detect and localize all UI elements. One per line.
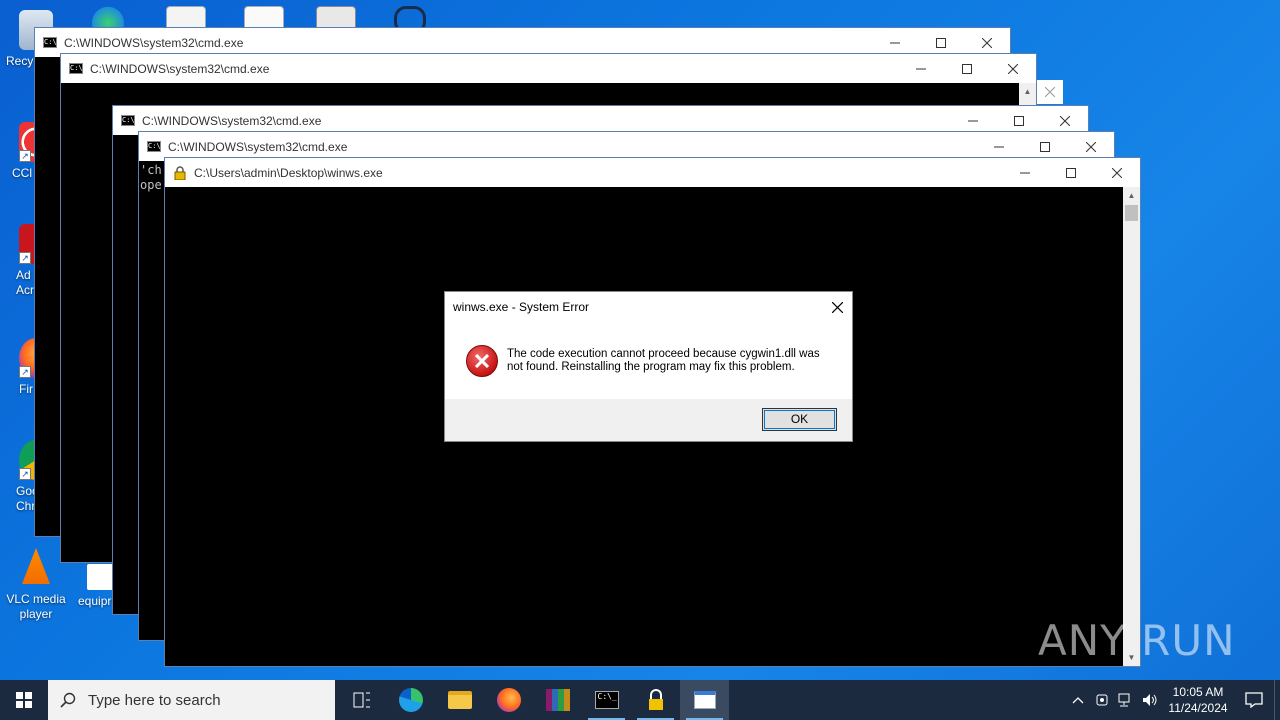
file-icon (87, 564, 113, 590)
system-error-dialog[interactable]: winws.exe - System Error The code execut… (444, 291, 853, 442)
window-title: C:\WINDOWS\system32\cmd.exe (90, 61, 270, 76)
taskbar-clock[interactable]: 10:05 AM 11/24/2024 (1162, 684, 1234, 716)
system-tray: 10:05 AM 11/24/2024 (1066, 680, 1280, 720)
start-button[interactable] (0, 680, 48, 720)
ok-button[interactable]: OK (762, 408, 837, 431)
minimize-button[interactable] (1002, 158, 1048, 187)
dialog-close-button[interactable] (822, 292, 852, 322)
error-message: The code execution cannot proceed becaus… (507, 348, 820, 373)
taskbar-search-box[interactable]: Type here to search (48, 680, 335, 720)
clock-time: 10:05 AM (1172, 685, 1224, 699)
cmd-icon: C:\ (121, 115, 135, 126)
search-placeholder: Type here to search (88, 691, 221, 709)
cmd-icon: C:\ (43, 37, 57, 48)
taskbar-console-app[interactable] (680, 680, 729, 720)
search-icon (48, 692, 88, 708)
lock-icon (173, 165, 187, 180)
watermark-text: ANY RUN (1038, 615, 1236, 665)
show-desktop-button[interactable] (1274, 680, 1280, 720)
notification-center-button[interactable] (1234, 680, 1274, 720)
folder-icon (447, 691, 472, 709)
maximize-button[interactable] (1048, 158, 1094, 187)
window-app-icon (693, 691, 716, 709)
taskbar-lock-app[interactable] (631, 680, 680, 720)
window-title: C:\WINDOWS\system32\cmd.exe (142, 113, 322, 128)
window-titlebar[interactable]: C:\Users\admin\Desktop\winws.exe (165, 158, 1140, 187)
window-titlebar[interactable]: C:\ C:\WINDOWS\system32\cmd.exe (61, 54, 1036, 83)
volume-icon[interactable] (1138, 680, 1162, 720)
firefox-icon (496, 688, 521, 712)
lock-icon (648, 689, 664, 711)
close-button[interactable] (990, 54, 1036, 83)
hidden-window-close-button[interactable] (1037, 80, 1063, 104)
window-title: C:\WINDOWS\system32\cmd.exe (168, 139, 348, 154)
scroll-up-icon[interactable]: ▲ (1019, 83, 1036, 100)
close-button[interactable] (1094, 158, 1140, 187)
dialog-title: winws.exe - System Error (453, 300, 590, 314)
anyrun-watermark: ANY RUN (1038, 610, 1236, 670)
taskbar: Type here to search C:\_ 10:05 AM 11/24/… (0, 680, 1280, 720)
edge-icon (398, 688, 423, 712)
task-view-icon (353, 692, 370, 708)
cmd-icon: C:\_ (594, 691, 619, 709)
desktop-icon-label: VLC media player (6, 592, 66, 621)
window-title: C:\Users\admin\Desktop\winws.exe (194, 165, 383, 180)
dialog-footer: OK (445, 399, 852, 441)
cmd-icon: C:\ (69, 63, 83, 74)
minimize-button[interactable] (898, 54, 944, 83)
windows-logo-icon (16, 692, 32, 708)
taskbar-edge[interactable] (386, 680, 435, 720)
taskbar-firefox[interactable] (484, 680, 533, 720)
vertical-scrollbar[interactable]: ▲ (1019, 83, 1036, 105)
winrar-icon (545, 689, 570, 711)
vlc-cone-icon (22, 548, 50, 584)
maximize-button[interactable] (944, 54, 990, 83)
network-icon[interactable] (1114, 680, 1138, 720)
window-title: C:\WINDOWS\system32\cmd.exe (64, 35, 244, 50)
cmd-icon: C:\ (147, 141, 161, 152)
taskbar-cmd[interactable]: C:\_ (582, 680, 631, 720)
tray-app-icon[interactable] (1090, 680, 1114, 720)
notification-icon (1245, 692, 1263, 708)
show-hidden-icons-chevron-up-icon[interactable] (1066, 680, 1090, 720)
taskbar-file-explorer[interactable] (435, 680, 484, 720)
task-view-button[interactable] (337, 680, 386, 720)
vertical-scrollbar[interactable]: ▲ ▼ (1123, 187, 1140, 666)
dialog-titlebar[interactable]: winws.exe - System Error (445, 292, 852, 322)
dialog-body: The code execution cannot proceed becaus… (445, 322, 852, 400)
clock-date: 11/24/2024 (1168, 701, 1228, 715)
scroll-up-icon[interactable]: ▲ (1123, 187, 1140, 204)
scroll-thumb[interactable] (1125, 205, 1138, 221)
taskbar-winrar[interactable] (533, 680, 582, 720)
error-icon (466, 345, 498, 377)
